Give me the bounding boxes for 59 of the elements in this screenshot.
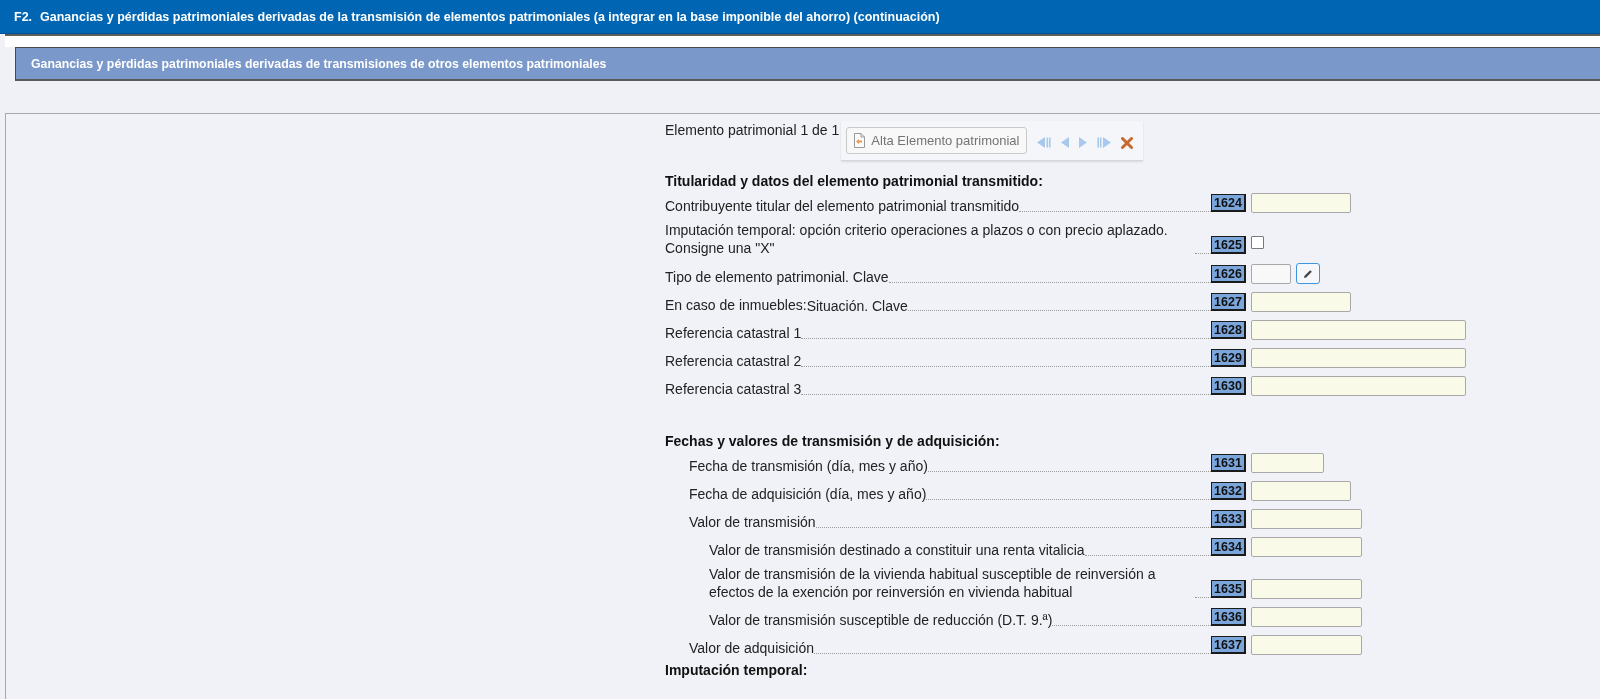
text-input[interactable] (1251, 579, 1362, 599)
field-code: 1632 (1211, 482, 1246, 500)
field-code: 1634 (1211, 538, 1246, 556)
field-label: Valor de transmisión susceptible de reducción (D.T. 9.ª) (709, 611, 1053, 629)
cross-icon[interactable] (1121, 136, 1134, 149)
field-label: Imputación temporal: opción criterio operaciones a plazos o con precio aplazado. Consigne una "X" (665, 221, 1169, 257)
pencil-icon (1303, 268, 1313, 279)
checkbox[interactable] (1251, 236, 1264, 249)
add-element-button[interactable]: Alta Elemento patrimonial (846, 127, 1028, 154)
text-input[interactable] (1251, 509, 1362, 529)
field-code: 1637 (1211, 636, 1246, 654)
document-icon (853, 133, 867, 148)
text-input[interactable] (1251, 320, 1466, 340)
field-label: Referencia catastral 1 (665, 324, 802, 342)
field-code: 1630 (1211, 377, 1246, 395)
field-code: 1625 (1211, 236, 1246, 254)
section-heading: Titularidad y datos del elemento patrimonial transmitido: (665, 172, 1043, 190)
field-code: 1624 (1211, 194, 1246, 212)
arrow-right-icon[interactable] (1079, 137, 1088, 148)
text-input[interactable] (1251, 453, 1324, 473)
field-code: 1627 (1211, 293, 1246, 311)
field-code: 1626 (1211, 265, 1246, 283)
field-label: En caso de inmuebles: (665, 296, 807, 314)
skip-first-icon[interactable] (1037, 137, 1052, 148)
field-code: 1631 (1211, 454, 1246, 472)
section-code: F2. (14, 9, 33, 24)
field-sublabel: Situación. Clave (806, 297, 908, 315)
field-label: Valor de transmisión destinado a constituir una renta vitalicia (709, 541, 1085, 559)
section-title: Ganancias y pérdidas patrimoniales derivadas de la transmisión de elementos patrimoniales (a integrar en la base imponible del ahorro) (continuación) (40, 9, 940, 24)
field-label: Valor de transmisión (689, 513, 816, 531)
arrow-left-icon[interactable] (1061, 137, 1070, 148)
field-label: Contribuyente titular del elemento patrimonial transmitido (665, 197, 1020, 215)
field-code: 1628 (1211, 321, 1246, 339)
text-input[interactable] (1251, 292, 1351, 312)
text-input[interactable] (1251, 193, 1351, 213)
record-counter: Elemento patrimonial 1 de 1 (665, 121, 840, 139)
text-input[interactable] (1251, 376, 1466, 396)
text-input[interactable] (1251, 481, 1351, 501)
skip-last-icon[interactable] (1097, 137, 1112, 148)
text-input[interactable] (1251, 537, 1362, 557)
field-code: 1635 (1211, 580, 1246, 598)
text-input[interactable] (1251, 607, 1362, 627)
section-heading: Imputación temporal: (665, 661, 808, 679)
field-label: Referencia catastral 3 (665, 380, 802, 398)
field-code: 1633 (1211, 510, 1246, 528)
subsection-title: Ganancias y pérdidas patrimoniales derivadas de transmisiones de otros elementos patrimoniales (31, 56, 607, 71)
text-input[interactable] (1251, 264, 1291, 284)
field-label: Valor de adquisición (689, 639, 815, 657)
field-code: 1629 (1211, 349, 1246, 367)
field-label: Referencia catastral 2 (665, 352, 802, 370)
field-label: Fecha de transmisión (día, mes y año) (689, 457, 928, 475)
text-input[interactable] (1251, 348, 1466, 368)
edit-button[interactable] (1296, 263, 1320, 284)
section-heading: Fechas y valores de transmisión y de adquisición: (665, 432, 1000, 450)
field-code: 1636 (1211, 608, 1246, 626)
field-label: Valor de transmisión de la vivienda habitual susceptible de reinversión a efectos de la exención por reinversión en vivienda habitual (709, 565, 1157, 601)
field-label: Tipo de elemento patrimonial. Clave (665, 268, 889, 286)
field-label: Fecha de adquisición (día, mes y año) (689, 485, 927, 503)
text-input[interactable] (1251, 635, 1362, 655)
